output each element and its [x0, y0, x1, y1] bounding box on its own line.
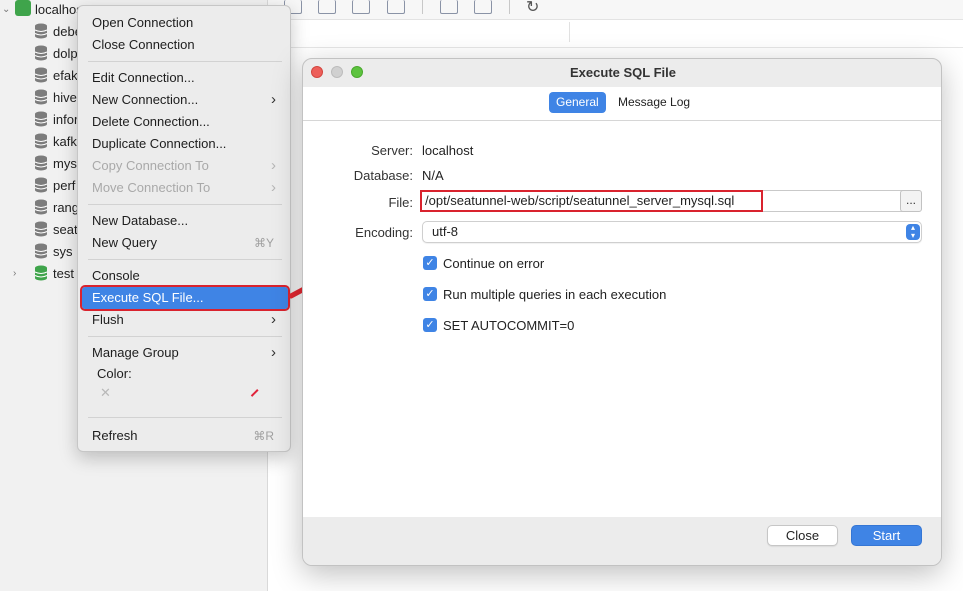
chevron-right-icon: › [271, 344, 276, 361]
chevron-right-icon[interactable]: › [13, 268, 16, 279]
database-icon [34, 111, 48, 127]
continue-on-error-option[interactable]: ✓ Continue on error [423, 255, 544, 271]
database-icon [34, 221, 48, 237]
dialog-footer: Close Start [303, 517, 941, 565]
menu-item-duplicate-connection[interactable]: Duplicate Connection... [82, 133, 288, 155]
option-label: Run multiple queries in each execution [443, 286, 667, 302]
toolbar-divider [509, 0, 510, 14]
main-toolbar: ↻ [268, 0, 963, 20]
menu-item-manage-group[interactable]: Manage Group › [82, 342, 288, 364]
menu-item-delete-connection[interactable]: Delete Connection... [82, 111, 288, 133]
checkmark-icon[interactable]: ✓ [423, 287, 437, 301]
execute-sql-file-dialog: Execute SQL File General Message Log Ser… [302, 58, 942, 566]
chevron-right-icon: › [271, 91, 276, 108]
start-button[interactable]: Start [851, 525, 922, 546]
chevron-right-icon: › [271, 157, 276, 174]
database-icon [34, 199, 48, 215]
menu-item-close-connection[interactable]: Close Connection [82, 34, 288, 56]
encoding-label: Encoding: [355, 225, 413, 240]
database-icon [34, 177, 48, 193]
tree-item-label: perf [53, 177, 76, 193]
tree-item-label: efak [53, 67, 78, 83]
chevron-right-icon: › [271, 311, 276, 328]
tree-item-label: test [53, 265, 74, 281]
menu-separator [88, 336, 282, 337]
file-path-input[interactable]: /opt/seatunnel-web/script/seatunnel_serv… [420, 190, 903, 212]
menu-item-open-connection[interactable]: Open Connection [82, 12, 288, 34]
tree-item-label: sys [53, 243, 73, 259]
dialog-tab-bar: General Message Log [303, 87, 941, 121]
tree-item-label: seat [53, 221, 78, 237]
encoding-select[interactable]: utf-8 ▴ ▾ [422, 221, 922, 243]
database-icon [34, 67, 48, 83]
server-value: localhost [422, 143, 474, 158]
browse-file-button[interactable]: ... [900, 190, 922, 212]
database-icon [34, 243, 48, 259]
toolbar-divider [422, 0, 423, 14]
shortcut-label: ⌘R [253, 429, 274, 443]
tab-message-log[interactable]: Message Log [611, 92, 697, 113]
database-value: N/A [422, 168, 444, 183]
tree-item-label: rang [53, 199, 80, 215]
database-icon [34, 23, 48, 39]
clear-color-icon[interactable]: ✕ [100, 385, 111, 401]
menu-separator [88, 417, 282, 418]
file-label: File: [388, 195, 413, 210]
menu-item-edit-connection[interactable]: Edit Connection... [82, 67, 288, 89]
menu-item-move-connection-to: Move Connection To › [82, 177, 288, 199]
menu-separator [88, 259, 282, 260]
menu-item-execute-sql-file[interactable]: Execute SQL File... [80, 285, 290, 311]
tree-item-label: kafk [53, 133, 77, 149]
chevron-down-icon[interactable]: ⌄ [2, 4, 10, 15]
color-label: Color: [97, 366, 132, 381]
set-autocommit-option[interactable]: ✓ SET AUTOCOMMIT=0 [423, 317, 574, 333]
tree-item-label: hive [53, 89, 77, 105]
tree-item-label: infor [53, 111, 79, 127]
menu-item-copy-connection-to: Copy Connection To › [82, 155, 288, 177]
refresh-icon[interactable]: ↻ [526, 0, 539, 17]
database-icon [34, 133, 48, 149]
option-label: Continue on error [443, 255, 545, 271]
add-table-icon[interactable] [352, 0, 370, 14]
tab-general[interactable]: General [549, 92, 606, 113]
menu-item-console[interactable]: Console [82, 265, 288, 287]
close-button[interactable]: Close [767, 525, 838, 546]
menu-item-new-database[interactable]: New Database... [82, 210, 288, 232]
database-icon [34, 45, 48, 61]
menu-item-refresh[interactable]: Refresh ⌘R [82, 425, 288, 447]
select-stepper-icon: ▴ ▾ [906, 224, 920, 240]
tree-item-label: mys [53, 155, 77, 171]
database-icon [34, 265, 48, 281]
delete-table-icon[interactable] [387, 0, 405, 14]
tree-item-label: dolp [53, 45, 78, 61]
mysql-connection-icon [15, 0, 31, 16]
no-color-swatch[interactable] [250, 389, 259, 397]
checkmark-icon[interactable]: ✓ [423, 318, 437, 332]
shortcut-label: ⌘Y [253, 236, 274, 250]
import-icon[interactable] [440, 0, 458, 14]
general-panel: Server: localhost Database: N/A File: /o… [303, 121, 941, 517]
database-icon [34, 155, 48, 171]
dialog-title: Execute SQL File [570, 65, 676, 80]
server-label: Server: [371, 143, 413, 158]
encoding-value: utf-8 [432, 224, 459, 239]
menu-item-flush[interactable]: Flush › [82, 309, 288, 331]
menu-item-new-connection[interactable]: New Connection... › [82, 89, 288, 111]
option-label: SET AUTOCOMMIT=0 [443, 317, 575, 333]
menu-separator [88, 61, 282, 62]
object-panel-header [268, 20, 963, 48]
edit-table-icon[interactable] [318, 0, 336, 14]
database-label: Database: [353, 168, 413, 183]
context-menu: Open Connection Close Connection Edit Co… [77, 5, 291, 452]
menu-separator [88, 204, 282, 205]
dialog-titlebar: Execute SQL File [303, 59, 941, 87]
menu-item-new-query[interactable]: New Query ⌘Y [82, 232, 288, 254]
run-multiple-queries-option[interactable]: ✓ Run multiple queries in each execution [423, 286, 666, 302]
database-icon [34, 89, 48, 105]
chevron-right-icon: › [271, 179, 276, 196]
checkmark-icon[interactable]: ✓ [423, 256, 437, 270]
export-icon[interactable] [474, 0, 492, 14]
panel-divider [569, 22, 570, 42]
